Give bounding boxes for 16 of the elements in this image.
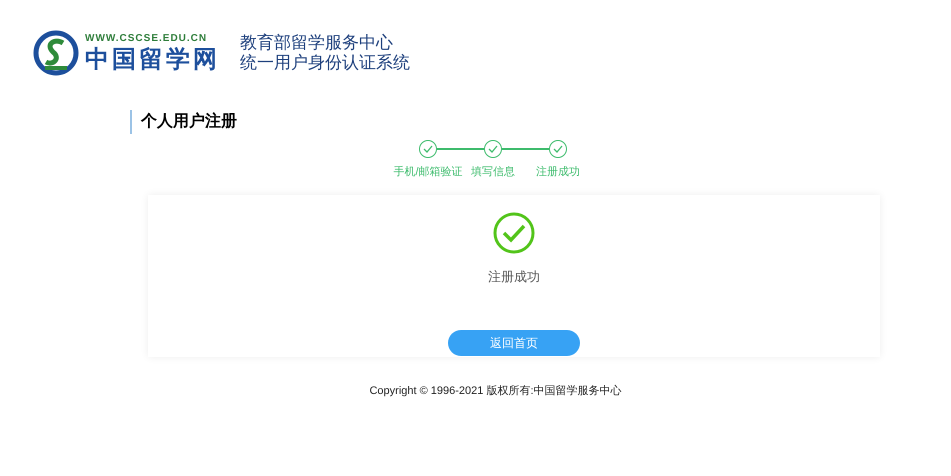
success-message: 注册成功 bbox=[488, 268, 540, 286]
step-label: 手机/邮箱验证 bbox=[393, 165, 463, 180]
step-label: 注册成功 bbox=[536, 164, 580, 180]
check-icon bbox=[553, 145, 563, 153]
page-title: 个人用户注册 bbox=[141, 111, 237, 132]
system-name: 统一用户身份认证系统 bbox=[240, 53, 410, 73]
step-label: 填写信息 bbox=[471, 165, 515, 180]
logo-name: 中国留学网 bbox=[85, 45, 220, 73]
logo-url: WWW.CSCSE.EDU.CN bbox=[85, 33, 208, 45]
org-name: 教育部留学服务中心 bbox=[240, 33, 394, 53]
copyright-text: Copyright © 1996-2021 版权所有:中国留学服务中心 bbox=[369, 384, 622, 398]
success-icon bbox=[492, 210, 536, 254]
logo-icon bbox=[33, 30, 79, 76]
home-button[interactable]: 返回首页 bbox=[448, 330, 580, 356]
check-icon bbox=[423, 145, 433, 153]
check-icon bbox=[488, 145, 498, 153]
